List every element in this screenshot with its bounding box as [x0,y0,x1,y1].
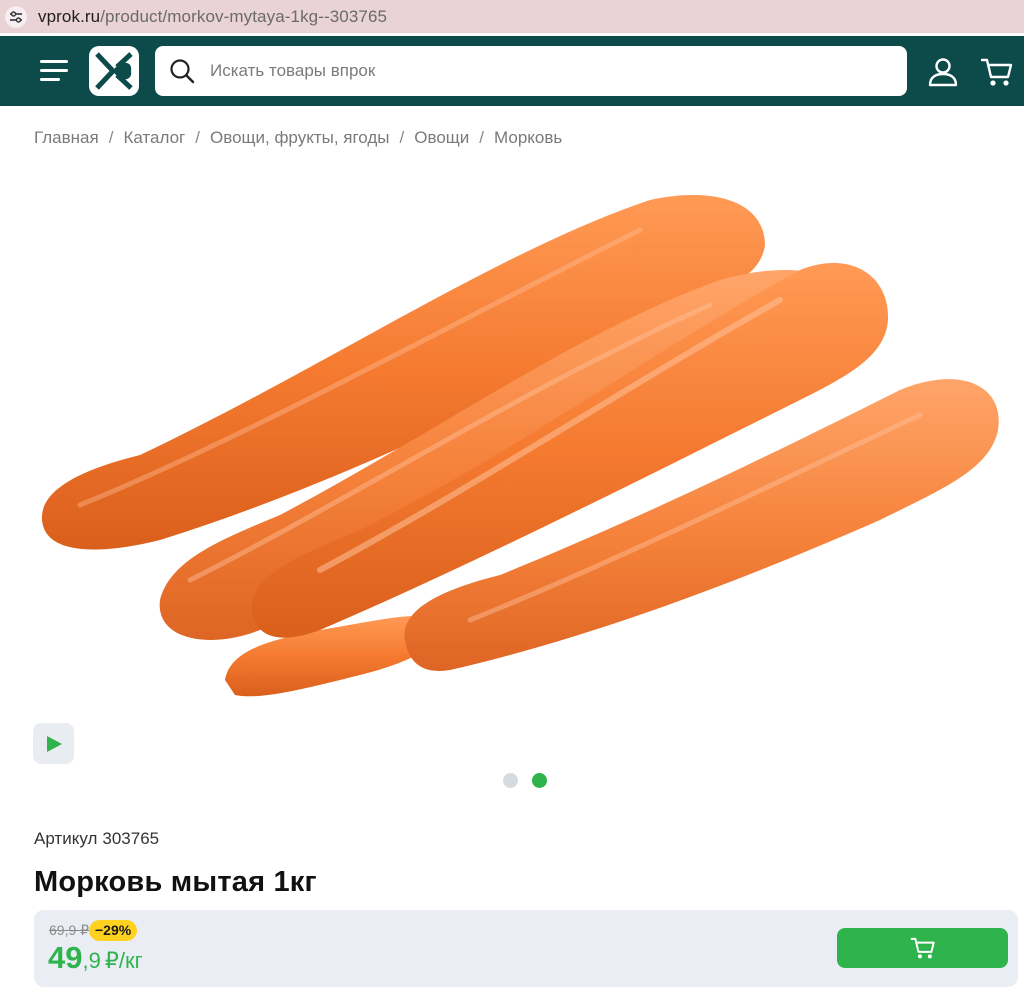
play-icon [46,735,62,752]
old-price: 69,9 ₽ [49,922,90,938]
breadcrumb-separator: / [195,128,200,147]
product-image-carrots[interactable] [20,170,1020,730]
gallery-dot-2[interactable] [532,773,547,788]
browser-address-bar[interactable]: vprok.ru/product/morkov-mytaya-1kg--3037… [0,0,1024,33]
search-bar[interactable] [155,46,907,96]
breadcrumb-catalog[interactable]: Каталог [123,128,185,148]
price-unit: ₽/кг [104,948,143,973]
sku-label: Артикул [34,829,98,848]
current-price: 49,9 ₽/кг [48,940,143,976]
url-path: /product/morkov-mytaya-1kg--303765 [100,6,388,26]
gallery-pagination [503,773,547,788]
vprok-logo-icon[interactable] [89,46,139,96]
search-icon[interactable] [169,58,195,84]
price-fraction: ,9 [82,948,101,973]
breadcrumb-home[interactable]: Главная [34,128,99,148]
url-text[interactable]: vprok.ru/product/morkov-mytaya-1kg--3037… [38,7,387,27]
product-sku: Артикул 303765 [34,829,159,849]
site-header [0,36,1024,106]
discount-badge: −29% [89,920,138,941]
breadcrumb-fruits-vegetables[interactable]: Овощи, фрукты, ягоды [210,128,390,148]
cart-icon [910,937,935,959]
breadcrumb-separator: / [108,128,114,147]
breadcrumb-separator: / [399,128,405,147]
cart-icon[interactable] [980,55,1014,89]
breadcrumb-carrot[interactable]: Морковь [494,128,562,148]
hamburger-menu-icon[interactable] [40,58,70,84]
site-settings-icon[interactable] [5,5,27,28]
url-host: vprok.ru [38,6,101,26]
gallery-dot-1[interactable] [503,773,518,788]
search-input[interactable] [210,61,890,81]
add-to-cart-button[interactable] [837,928,1008,968]
breadcrumb-vegetables[interactable]: Овощи [414,128,469,148]
play-video-button[interactable] [33,723,74,764]
price-panel: 69,9 ₽ −29% 49,9 ₽/кг [34,910,1018,987]
product-title: Морковь мытая 1кг [34,866,317,898]
user-icon[interactable] [927,56,959,88]
breadcrumb-separator: / [479,128,485,147]
sku-value: 303765 [102,829,160,848]
price-integer: 49 [48,940,83,975]
breadcrumb: Главная / Каталог / Овощи, фрукты, ягоды… [34,128,562,148]
